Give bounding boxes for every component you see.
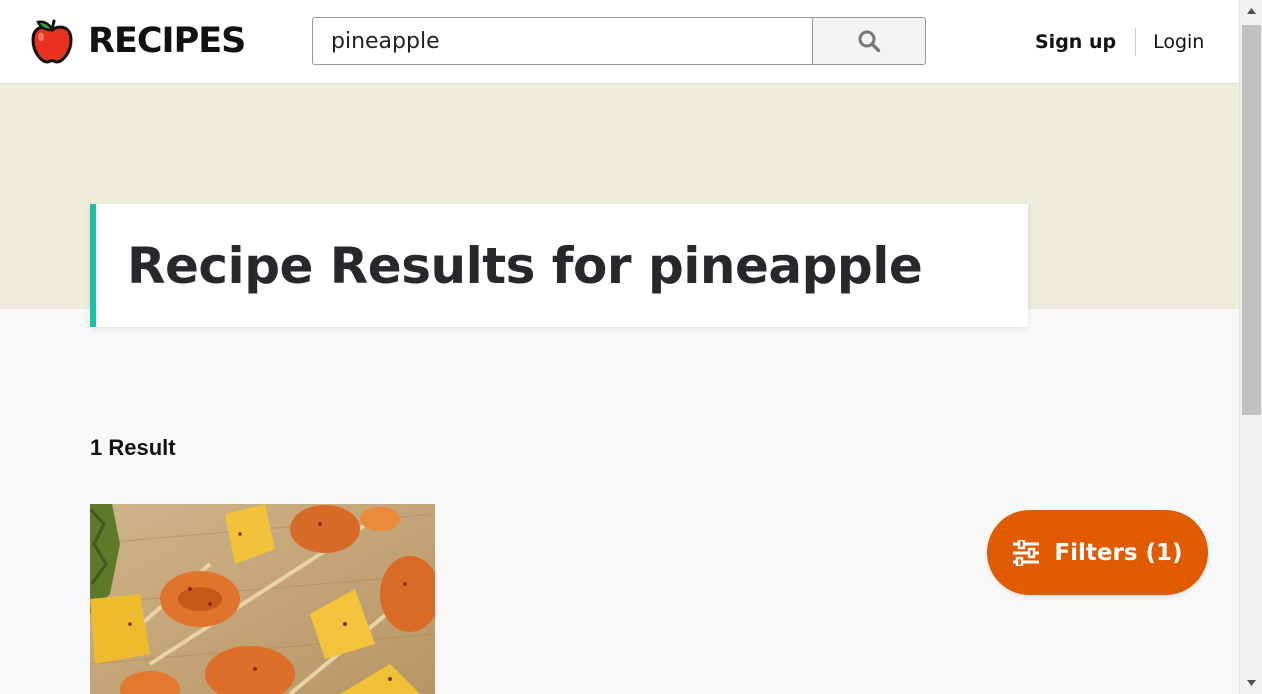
- search-button[interactable]: [812, 17, 926, 65]
- filters-label: Filters (1): [1054, 539, 1183, 566]
- search-input[interactable]: [312, 17, 812, 65]
- signup-link[interactable]: Sign up: [1035, 28, 1137, 56]
- scroll-down-arrow-icon[interactable]: [1240, 672, 1262, 694]
- login-link[interactable]: Login: [1136, 28, 1204, 56]
- filters-button[interactable]: Filters (1): [987, 510, 1208, 595]
- scroll-up-arrow-icon[interactable]: [1240, 0, 1262, 22]
- pineapple-shrimp-skewers-photo: [90, 504, 435, 694]
- apple-icon: [31, 19, 73, 64]
- page-title: Recipe Results for pineapple: [127, 236, 923, 295]
- logo-text: RECIPES: [88, 21, 246, 61]
- auth-links: Sign up Login: [1035, 28, 1204, 56]
- home-logo-link[interactable]: RECIPES: [30, 18, 246, 64]
- vertical-scrollbar[interactable]: [1239, 0, 1262, 694]
- results-title-card: Recipe Results for pineapple: [90, 204, 1028, 327]
- sliders-icon: [1013, 539, 1040, 566]
- scroll-thumb[interactable]: [1242, 25, 1261, 415]
- recipe-card[interactable]: [90, 504, 435, 694]
- result-count: 1 Result: [90, 435, 176, 460]
- site-header: RECIPES Sign up Login: [0, 0, 1239, 84]
- search-icon: [858, 30, 881, 53]
- page: RECIPES Sign up Login Recipe Results for…: [0, 0, 1239, 694]
- search-bar: [312, 17, 926, 65]
